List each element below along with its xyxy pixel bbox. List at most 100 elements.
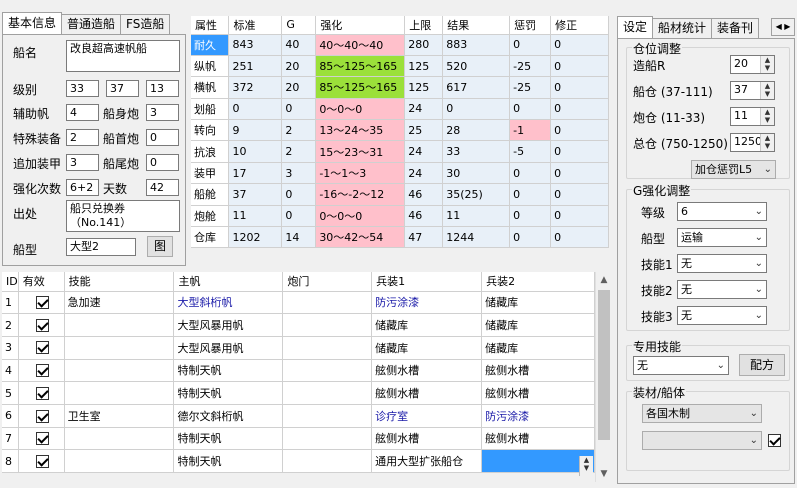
skill-cell[interactable] <box>64 381 175 405</box>
arm1-cell[interactable]: 防污涂漆 <box>371 291 483 315</box>
gun-port-cell[interactable] <box>282 291 373 315</box>
fix-cell[interactable]: 0 <box>550 34 609 56</box>
grid-col-id[interactable]: ID <box>2 272 19 292</box>
result-cell[interactable]: 883 <box>442 34 511 56</box>
tab-settings[interactable]: 设定 <box>617 16 654 38</box>
result-cell[interactable]: 0 <box>442 98 511 121</box>
gun-cabin-spinner[interactable]: 11 ▲ ▼ <box>730 107 775 126</box>
attribute-name-cell[interactable]: 抗浪 <box>191 140 230 163</box>
special-skill-combo[interactable]: 无 ⌄ <box>633 356 729 375</box>
col-header-cap[interactable]: 上限 <box>404 16 444 35</box>
days-field[interactable]: 42 <box>146 179 179 196</box>
spinner-arrows-icon[interactable]: ▲ ▼ <box>760 134 774 151</box>
grid-row[interactable]: 4 特制天帆 舷侧水槽 舷侧水槽 <box>2 359 595 383</box>
skill2-combo[interactable]: 无 ⌄ <box>677 280 767 299</box>
arm1-cell[interactable]: 舷侧水槽 <box>371 427 483 451</box>
valid-checkbox[interactable] <box>36 364 50 378</box>
valid-checkbox[interactable] <box>36 318 50 332</box>
shiptype-combo[interactable]: 运输 ⌄ <box>677 228 767 247</box>
penalty-cell[interactable]: 0 <box>509 34 552 56</box>
result-cell[interactable]: 1244 <box>442 226 511 249</box>
cap-cell[interactable]: 47 <box>404 226 444 249</box>
skill1-combo[interactable]: 无 ⌄ <box>677 254 767 273</box>
grid-vertical-scrollbar[interactable]: ▲ ▼ <box>595 272 612 482</box>
fix-cell[interactable]: 0 <box>550 119 609 142</box>
level-field-2[interactable]: 37 <box>106 80 139 97</box>
attribute-name-cell[interactable]: 仓库 <box>191 226 230 249</box>
tab-normal-shipbuild[interactable]: 普通造船 <box>61 14 122 34</box>
arm1-cell[interactable]: 通用大型扩张船仓 <box>371 449 483 473</box>
enhance-cell[interactable]: -1～1～3 <box>315 162 406 185</box>
bow-gun-field[interactable]: 0 <box>146 129 179 146</box>
penalty-cell[interactable]: 0 <box>509 183 552 206</box>
scroll-down-icon[interactable]: ▼ <box>596 466 612 482</box>
valid-checkbox[interactable] <box>36 386 50 400</box>
grid-col-arm2[interactable]: 兵装2 <box>481 272 595 292</box>
standard-cell[interactable]: 251 <box>228 55 283 78</box>
penalty-cell[interactable]: 0 <box>509 162 552 185</box>
skill-cell[interactable] <box>64 313 175 337</box>
cap-cell[interactable]: 46 <box>404 183 444 206</box>
gun-port-cell[interactable] <box>282 313 373 337</box>
body-gun-field[interactable]: 3 <box>146 104 179 121</box>
penalty-cell[interactable]: -5 <box>509 140 552 163</box>
g-cell[interactable]: 0 <box>281 205 317 228</box>
attribute-row[interactable]: 炮舱 11 0 0～0～0 46 11 0 0 <box>191 205 609 228</box>
gun-port-cell[interactable] <box>282 449 373 473</box>
main-sail-cell[interactable]: 特制天帆 <box>173 449 284 473</box>
main-sail-cell[interactable]: 特制天帆 <box>173 381 284 405</box>
col-header-fix[interactable]: 修正 <box>550 16 609 35</box>
arm2-cell[interactable]: 舷侧水槽 <box>481 427 595 451</box>
cap-cell[interactable]: 46 <box>404 205 444 228</box>
skill3-combo[interactable]: 无 ⌄ <box>677 306 767 325</box>
arm2-cell[interactable]: 防污涂漆 <box>481 404 595 428</box>
gun-port-cell[interactable] <box>282 404 373 428</box>
cap-cell[interactable]: 125 <box>404 55 444 78</box>
result-cell[interactable]: 520 <box>442 55 511 78</box>
attribute-name-cell[interactable]: 划船 <box>191 98 230 121</box>
grid-row[interactable]: 8 特制天帆 通用大型扩张船仓 <box>2 449 595 473</box>
tab-fs-shipbuild[interactable]: FS造船 <box>120 14 171 34</box>
valid-checkbox[interactable] <box>36 409 50 423</box>
attribute-row[interactable]: 转向 9 2 13～24～35 25 28 -1 0 <box>191 119 609 142</box>
cap-cell[interactable]: 24 <box>404 98 444 121</box>
penalty-cell[interactable]: 0 <box>509 98 552 121</box>
arm1-cell[interactable]: 储藏库 <box>371 336 483 360</box>
result-cell[interactable]: 33 <box>442 140 511 163</box>
spinner-arrows-icon[interactable]: ▲ ▼ <box>760 56 774 73</box>
arm2-cell[interactable]: 储藏库 <box>481 291 595 315</box>
attribute-row[interactable]: 装甲 17 3 -1～1～3 24 30 0 0 <box>191 162 609 185</box>
attribute-row[interactable]: 仓库 1202 14 30～42～54 47 1244 0 0 <box>191 226 609 249</box>
g-cell[interactable]: 20 <box>281 55 317 78</box>
standard-cell[interactable]: 372 <box>228 76 283 99</box>
fix-cell[interactable]: 0 <box>550 205 609 228</box>
fix-cell[interactable]: 0 <box>550 226 609 249</box>
penalty-cell[interactable]: 0 <box>509 226 552 249</box>
standard-cell[interactable]: 37 <box>228 183 283 206</box>
skill-cell[interactable] <box>64 427 175 451</box>
enhance-cell[interactable]: 0～0～0 <box>315 205 406 228</box>
fix-cell[interactable]: 0 <box>550 162 609 185</box>
arm1-cell[interactable]: 储藏库 <box>371 313 483 337</box>
grid-col-valid[interactable]: 有效 <box>18 272 65 292</box>
valid-checkbox[interactable] <box>36 454 50 468</box>
enhance-count-field[interactable]: 6+2 <box>66 179 99 196</box>
standard-cell[interactable]: 843 <box>228 34 283 56</box>
enhance-cell[interactable]: 85～125～165 <box>315 55 406 78</box>
enhance-cell[interactable]: 30～42～54 <box>315 226 406 249</box>
main-sail-cell[interactable]: 特制天帆 <box>173 359 284 383</box>
standard-cell[interactable]: 17 <box>228 162 283 185</box>
g-cell[interactable]: 0 <box>281 98 317 121</box>
attribute-name-cell[interactable]: 转向 <box>191 119 230 142</box>
grid-row[interactable]: 6 卫生室 德尔文斜桁帆 诊疗室 防污涂漆 <box>2 404 595 428</box>
skill-cell[interactable]: 卫生室 <box>64 404 175 428</box>
arm1-cell[interactable]: 诊疗室 <box>371 404 483 428</box>
g-cell[interactable]: 0 <box>281 183 317 206</box>
enhance-cell[interactable]: 0～0～0 <box>315 98 406 121</box>
attribute-row[interactable]: 耐久 843 40 40～40～40 280 883 0 0 <box>191 34 609 56</box>
grid-row[interactable]: 2 大型风暴用帆 储藏库 储藏库 <box>2 313 595 337</box>
result-cell[interactable]: 617 <box>442 76 511 99</box>
penalty-cell[interactable]: -1 <box>509 119 552 142</box>
aux-sail-field[interactable]: 4 <box>66 104 99 121</box>
enhance-cell[interactable]: 15～23～31 <box>315 140 406 163</box>
